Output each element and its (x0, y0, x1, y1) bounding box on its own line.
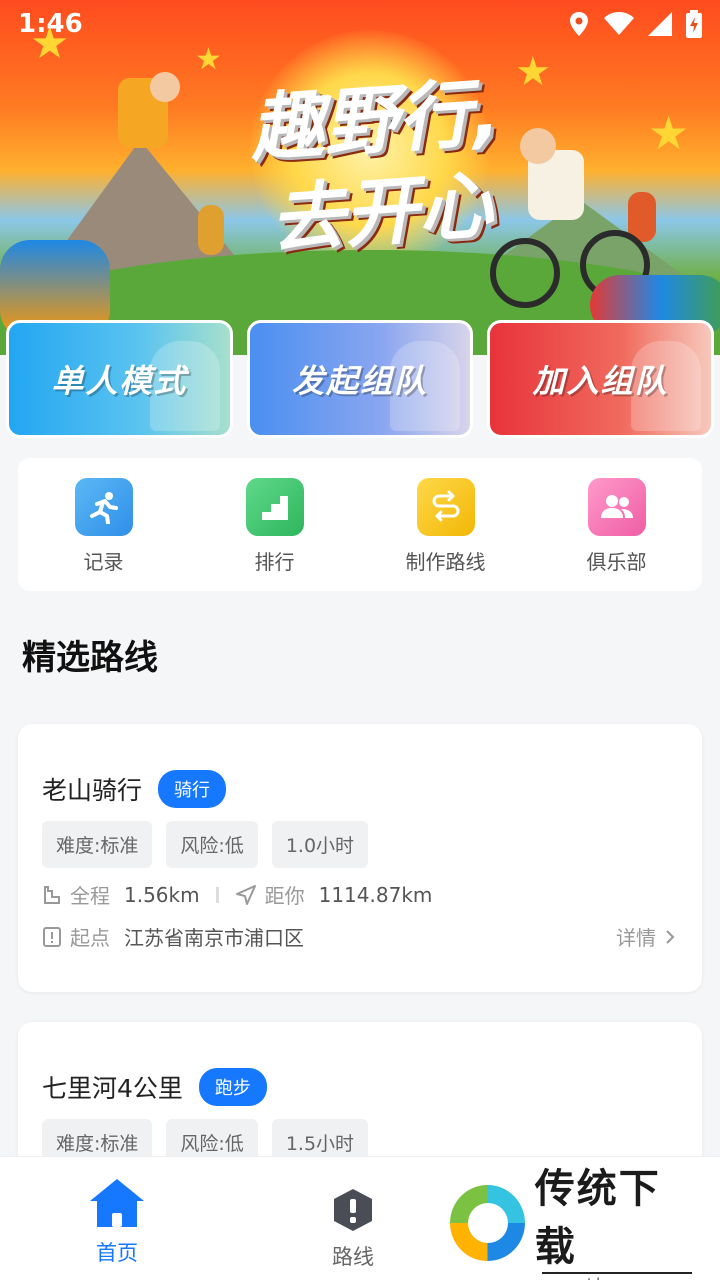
home-icon (90, 1179, 144, 1227)
difficulty-chip: 难度:标准 (42, 821, 153, 868)
stats-divider (215, 886, 219, 903)
watermark-text: 传统下载 ctdown.com (535, 1156, 700, 1280)
watermark-sub: ctdown.com (542, 1272, 693, 1280)
route-type-badge: 跑步 (198, 1068, 267, 1106)
single-mode-button[interactable]: 单人模式 (6, 320, 233, 438)
quick-action-label: 排行 (254, 550, 295, 574)
battery-icon (686, 10, 702, 38)
route-stats: 全程 1.56km 距你 1114.87km (42, 880, 432, 909)
status-bar: 1:46 (0, 0, 720, 48)
route-icon (416, 478, 475, 536)
route-chips: 难度:标准 风险:低 1.0小时 (42, 821, 369, 868)
nav-home-label: 首页 (96, 1241, 138, 1265)
risk-chip: 风险:低 (166, 821, 258, 868)
route-name: 老山骑行 (42, 776, 143, 805)
start-point-icon (43, 926, 61, 947)
start-value: 江苏省南京市浦口区 (124, 926, 304, 950)
route-type-badge: 骑行 (158, 770, 227, 808)
distance-icon (44, 885, 60, 904)
start-team-button[interactable]: 发起组队 (246, 320, 474, 438)
quick-action-label: 俱乐部 (586, 550, 647, 574)
away-label: 距你 (264, 884, 305, 908)
quick-action-label: 记录 (83, 550, 124, 574)
hiker-head (150, 72, 180, 102)
single-mode-label: 单人模式 (51, 362, 188, 400)
quick-actions: 记录 排行 制作路线 俱乐部 (18, 458, 702, 591)
status-icons (568, 10, 702, 38)
nav-home[interactable]: 首页 (88, 1177, 146, 1267)
status-time: 1:46 (18, 9, 83, 39)
watermark-logo-icon (450, 1185, 525, 1261)
wifi-icon (604, 12, 634, 35)
watermark-title: 传统下载 (534, 1166, 661, 1270)
quick-action-label: 制作路线 (405, 550, 486, 574)
star-icon: ★ (648, 106, 690, 160)
start-label: 起点 (70, 926, 110, 950)
start-team-label: 发起组队 (292, 362, 429, 400)
running-icon (74, 478, 133, 536)
mode-selector: 单人模式 发起组队 加入组队 (6, 320, 715, 440)
away-value: 1114.87km (318, 882, 433, 907)
duration-chip: 1.0小时 (271, 821, 369, 868)
quick-action-record[interactable]: 记录 (29, 478, 179, 575)
star-icon: ★ (195, 42, 222, 77)
join-team-button[interactable]: 加入组队 (487, 320, 715, 438)
detail-link[interactable]: 详情 (616, 922, 676, 951)
section-title: 精选路线 (22, 638, 158, 678)
rank-stairs-icon (245, 478, 304, 536)
club-icon (587, 478, 646, 536)
location-icon (570, 12, 588, 36)
quick-action-make-route[interactable]: 制作路线 (371, 478, 521, 575)
route-info-icon (334, 1189, 372, 1231)
hero-banner: ★ ★ ★ ★ 趣野行, 去开心 (0, 0, 720, 355)
distance-value: 1.56km (124, 882, 200, 907)
distance-label: 全程 (70, 884, 110, 908)
quick-action-club[interactable]: 俱乐部 (542, 478, 692, 575)
signal-icon (648, 12, 672, 36)
route-start: 起点 江苏省南京市浦口区 (42, 922, 304, 951)
join-team-label: 加入组队 (532, 362, 669, 400)
route-card[interactable]: 老山骑行 骑行 难度:标准 风险:低 1.0小时 全程 1.56km 距你 11… (18, 724, 702, 992)
watermark: 传统下载 ctdown.com (450, 1166, 700, 1280)
route-name: 七里河4公里 (42, 1074, 183, 1103)
nav-routes[interactable]: 路线 (330, 1187, 376, 1271)
navigation-arrow-icon (235, 884, 256, 905)
route-header: 七里河4公里 跑步 (42, 1068, 267, 1106)
quick-action-rank[interactable]: 排行 (200, 478, 350, 575)
chevron-right-icon (666, 929, 675, 944)
nav-routes-label: 路线 (332, 1245, 374, 1269)
detail-label: 详情 (616, 926, 656, 950)
banner-title: 趣野行, 去开心 (212, 64, 544, 270)
route-header: 老山骑行 骑行 (42, 770, 227, 808)
